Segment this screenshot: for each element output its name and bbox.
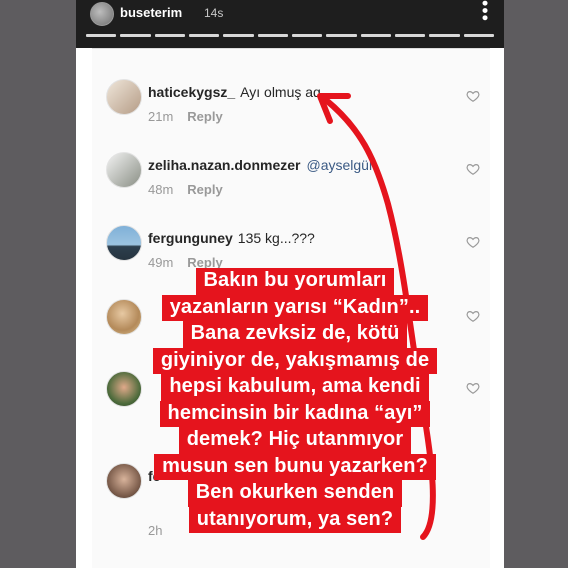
caption-line: utanıyorum, ya sen? [188, 506, 402, 533]
caption-line: Ben okurken senden [187, 480, 403, 507]
caption-line: Bakın bu yorumları [195, 268, 395, 295]
caption-line: musun sen bunu yazarken? [154, 453, 436, 480]
caption-line: Bana zevksiz de, kötü [182, 321, 408, 348]
caption-line: hepsi kabulum, ama kendi [161, 374, 429, 401]
caption-line: demek? Hiç utanmıyor [178, 427, 412, 454]
caption-line: giyiniyor de, yakışmamış de [152, 347, 438, 374]
caption-line: hemcinsin bir kadına “ayı” [159, 400, 431, 427]
overlay-caption: Bakın bu yorumları yazanların yarısı “Ka… [140, 268, 450, 533]
caption-line: yazanların yarısı “Kadın”.. [161, 294, 429, 321]
